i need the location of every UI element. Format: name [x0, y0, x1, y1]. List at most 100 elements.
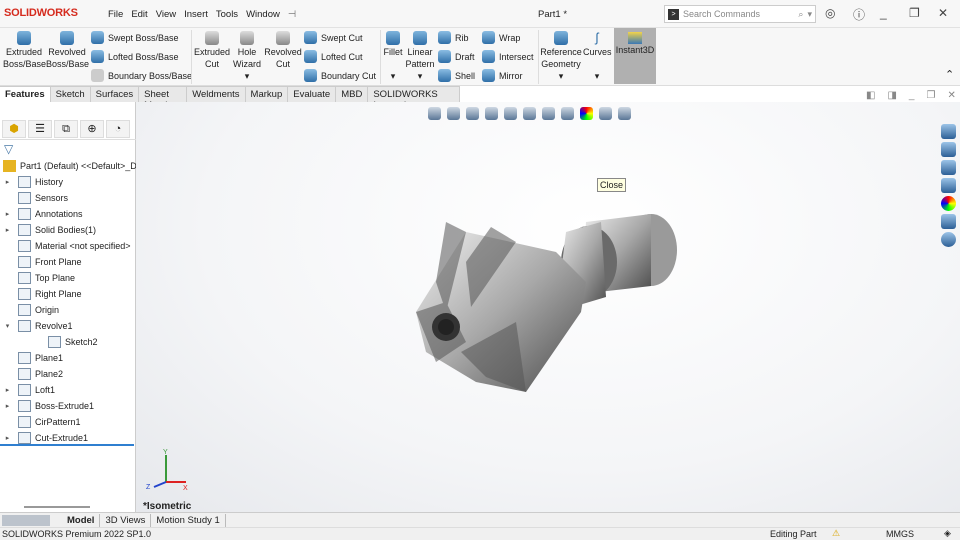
tile-right-icon[interactable]: ◨ [887, 90, 896, 101]
section-view-icon[interactable] [485, 107, 498, 120]
tab-surfaces[interactable]: Surfaces [90, 86, 140, 102]
view-orientation-icon[interactable] [523, 107, 536, 120]
tab-mbd[interactable]: MBD [336, 86, 369, 102]
restore-button[interactable]: ❐ [909, 6, 920, 20]
tree-item[interactable]: ▸ History [3, 174, 63, 190]
tab-evaluate[interactable]: Evaluate [288, 86, 337, 102]
expand-arrow-icon[interactable]: ▸ [3, 386, 12, 394]
extruded-boss-button[interactable]: Extruded Boss/Base [3, 28, 46, 70]
tab-sheet-metal[interactable]: Sheet Metal [139, 86, 188, 111]
tree-item[interactable]: Material <not specified> [3, 238, 131, 254]
display-manager-icon[interactable]: ◔ [106, 120, 130, 138]
collapse-ribbon-icon[interactable]: ⌃ [945, 68, 954, 81]
extruded-cut-button[interactable]: Extruded Cut [193, 28, 231, 70]
expand-arrow-icon[interactable]: ▸ [3, 178, 12, 186]
tab-features[interactable]: Features [0, 86, 51, 102]
apply-scene-icon[interactable] [599, 107, 612, 120]
search-input[interactable]: Search Commands [683, 9, 794, 19]
zoom-to-fit-icon[interactable] [428, 107, 441, 120]
tree-item[interactable]: Sensors [3, 190, 68, 206]
customize-icon[interactable]: ◈ [944, 528, 951, 539]
tab-3d-views[interactable]: 3D Views [100, 513, 152, 527]
feature-manager-icon[interactable]: ⬢ [2, 120, 26, 138]
tree-item[interactable]: ▸ Boss-Extrude1 [3, 398, 94, 414]
search-commands[interactable]: > Search Commands ⌕ ▾ [664, 5, 816, 23]
zoom-to-area-icon[interactable] [447, 107, 460, 120]
expand-arrow-icon[interactable]: ▸ [3, 434, 12, 442]
gear-model[interactable] [406, 202, 686, 412]
menu-window[interactable]: Window [246, 9, 280, 20]
tree-item[interactable]: Sketch2 [33, 334, 98, 350]
tree-item[interactable]: Right Plane [3, 286, 82, 302]
wrap-button[interactable]: Wrap [482, 31, 520, 44]
instant3d-button[interactable]: Instant3D [614, 28, 656, 84]
reference-geometry-button[interactable]: Reference Geometry ▾ [540, 28, 582, 82]
solidworks-forum-icon[interactable] [941, 232, 956, 247]
tree-item[interactable]: ▸ Annotations [3, 206, 83, 222]
previous-view-icon[interactable] [466, 107, 479, 120]
edit-appearance-icon[interactable] [580, 107, 593, 120]
menu-insert[interactable]: Insert [184, 9, 208, 20]
filter-icon[interactable]: ▽ [4, 142, 13, 156]
tree-item[interactable]: CirPattern1 [3, 414, 81, 430]
pin-icon[interactable]: ⊣ [288, 9, 296, 20]
tree-item[interactable]: Front Plane [3, 254, 82, 270]
units-selector[interactable]: MMGS [886, 529, 914, 539]
doc-minimize-icon[interactable]: _ [909, 90, 915, 101]
expand-arrow-icon[interactable]: ▾ [3, 322, 12, 330]
chevron-down-icon[interactable]: ▾ [807, 9, 812, 20]
view-palette-icon[interactable] [941, 178, 956, 193]
expand-arrow-icon[interactable]: ▸ [3, 210, 12, 218]
tab-solidworks-inspection[interactable]: SOLIDWORKS Inspection [368, 86, 460, 111]
rebuild-icon[interactable]: ⚠ [832, 528, 840, 539]
tree-root[interactable]: Part1 (Default) <<Default>_D [3, 158, 137, 174]
rib-button[interactable]: Rib [438, 31, 469, 44]
rollback-bar[interactable] [0, 444, 134, 446]
tree-item[interactable]: ▸ Loft1 [3, 382, 55, 398]
configuration-manager-icon[interactable]: ⧉ [54, 120, 78, 138]
hole-wizard-button[interactable]: Hole Wizard ▾ [232, 28, 262, 82]
horizontal-scrollbar[interactable] [24, 506, 90, 508]
tab-sketch[interactable]: Sketch [50, 86, 91, 102]
property-manager-icon[interactable]: ☰ [28, 120, 52, 138]
boundary-cut-button[interactable]: Boundary Cut [304, 69, 376, 82]
expand-arrow-icon[interactable]: ▸ [3, 402, 12, 410]
close-button[interactable]: ✕ [938, 6, 948, 20]
search-icon[interactable]: ⌕ [798, 9, 803, 20]
revolved-boss-button[interactable]: Revolved Boss/Base [46, 28, 89, 70]
lofted-cut-button[interactable]: Lofted Cut [304, 50, 363, 63]
tree-item[interactable]: ▾ Revolve1 [3, 318, 73, 334]
tab-motion-study-1[interactable]: Motion Study 1 [151, 513, 226, 527]
design-library-icon[interactable] [941, 142, 956, 157]
tree-item[interactable]: Top Plane [3, 270, 75, 286]
tab-markup[interactable]: Markup [245, 86, 289, 102]
account-icon[interactable]: ◎ [825, 6, 835, 20]
shell-button[interactable]: Shell [438, 69, 475, 82]
curves-button[interactable]: ʃ Curves ▾ [583, 28, 612, 82]
menu-edit[interactable]: Edit [131, 9, 147, 20]
lofted-boss-button[interactable]: Lofted Boss/Base [91, 50, 179, 63]
menu-tools[interactable]: Tools [216, 9, 238, 20]
intersect-button[interactable]: Intersect [482, 50, 534, 63]
display-style-icon[interactable] [542, 107, 555, 120]
file-explorer-icon[interactable] [941, 160, 956, 175]
minimize-button[interactable]: _ [880, 6, 887, 20]
appearances-icon[interactable] [941, 196, 956, 211]
revolved-cut-button[interactable]: Revolved Cut [264, 28, 302, 70]
help-icon[interactable]: ⓘ [853, 6, 865, 23]
tree-item[interactable]: Plane2 [3, 366, 63, 382]
tab-weldments[interactable]: Weldments [187, 86, 246, 102]
tree-item[interactable]: Plane1 [3, 350, 63, 366]
tree-item[interactable]: ▸ Solid Bodies(1) [3, 222, 96, 238]
expand-arrow-icon[interactable]: ▸ [3, 226, 12, 234]
menu-view[interactable]: View [156, 9, 176, 20]
hide-show-icon[interactable] [561, 107, 574, 120]
fillet-button[interactable]: Fillet ▾ [382, 28, 404, 82]
linear-pattern-button[interactable]: Linear Pattern ▾ [405, 28, 435, 82]
graphics-area[interactable]: ◧ ◨ _ ❐ ✕ Close Y X Z *Isometric [136, 90, 960, 512]
doc-close-icon[interactable]: ✕ [947, 90, 955, 101]
swept-cut-button[interactable]: Swept Cut [304, 31, 363, 44]
draft-button[interactable]: Draft [438, 50, 475, 63]
tree-item[interactable]: Origin [3, 302, 59, 318]
tile-left-icon[interactable]: ◧ [866, 90, 875, 101]
